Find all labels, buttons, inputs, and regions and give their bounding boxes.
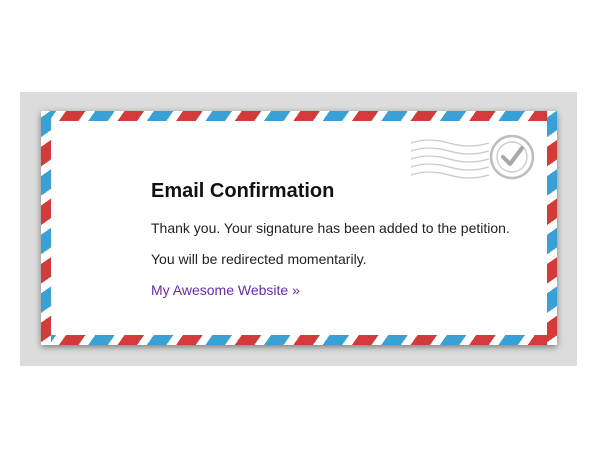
- site-link[interactable]: My Awesome Website »: [151, 281, 300, 299]
- confirmation-content: Email Confirmation Thank you. Your signa…: [151, 179, 551, 300]
- airmail-stripe-bottom: [41, 335, 557, 345]
- airmail-stripe-top: [41, 111, 557, 121]
- postmark-check-icon: [410, 134, 535, 180]
- confirmation-message: Thank you. Your signature has been added…: [151, 220, 510, 236]
- redirect-notice: You will be redirected momentarily.: [151, 251, 367, 267]
- airmail-stripe-left: [41, 111, 51, 345]
- envelope-card: Email Confirmation Thank you. Your signa…: [41, 111, 557, 345]
- page-title: Email Confirmation: [151, 180, 335, 202]
